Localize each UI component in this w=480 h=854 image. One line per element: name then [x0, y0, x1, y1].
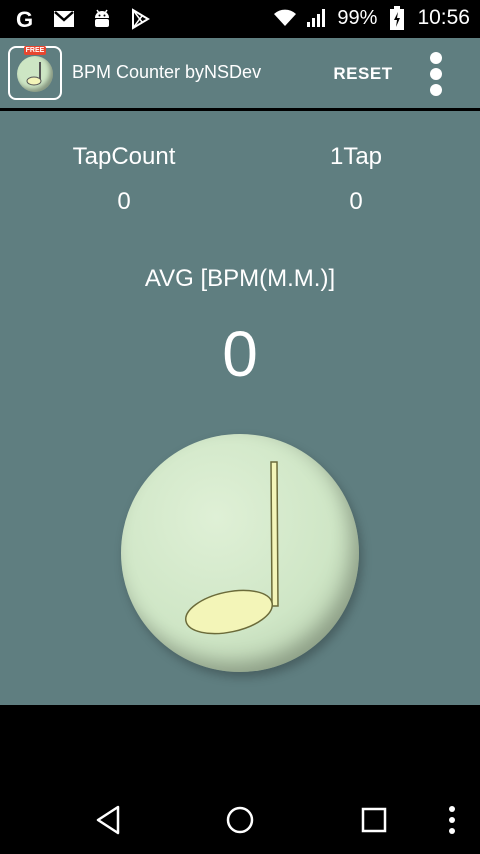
- svg-text:G: G: [16, 8, 33, 30]
- signal-icon: [305, 6, 329, 30]
- app-icon: FREE: [8, 46, 62, 100]
- menu-icon[interactable]: [434, 802, 470, 838]
- recents-icon[interactable]: [354, 802, 394, 838]
- more-vert-icon[interactable]: [418, 48, 454, 100]
- music-note-icon: [185, 461, 279, 635]
- action-bar: FREE BPM Counter byNSDev RESET: [0, 38, 480, 110]
- main-content: TapCount 0 1Tap 0 AVG [BPM(M.M.)] 0: [0, 111, 480, 705]
- tap-count-label: TapCount: [72, 143, 176, 170]
- tap-count-value: 0: [117, 188, 131, 215]
- app-title: BPM Counter byNSDev: [72, 62, 262, 82]
- avg-bpm-value: 0: [222, 318, 258, 390]
- overflow-dot: [430, 52, 442, 64]
- small-note-icon: [26, 62, 42, 86]
- battery-icon: [385, 6, 409, 30]
- battery-percent: 99%: [337, 6, 378, 29]
- navigation-bar: [0, 782, 480, 854]
- wifi-icon: [273, 6, 297, 30]
- google-icon: G: [14, 7, 38, 31]
- one-tap-label: 1Tap: [329, 143, 383, 170]
- home-icon[interactable]: [220, 802, 260, 838]
- tap-button[interactable]: [121, 434, 359, 672]
- reset-button[interactable]: RESET: [322, 54, 404, 94]
- android-icon: [90, 7, 114, 31]
- avg-bpm-label: AVG [BPM(M.M.)]: [144, 265, 336, 292]
- one-tap-value: 0: [349, 188, 363, 215]
- status-bar: G 99% 10:56: [0, 0, 480, 38]
- overflow-dot: [430, 84, 442, 96]
- gmail-icon: [52, 7, 76, 31]
- back-icon[interactable]: [88, 802, 128, 838]
- play-store-icon: [128, 7, 152, 31]
- action-bar-divider: [0, 108, 480, 110]
- clock: 10:56: [417, 6, 470, 29]
- overflow-dot: [430, 68, 442, 80]
- free-badge: FREE: [24, 46, 46, 55]
